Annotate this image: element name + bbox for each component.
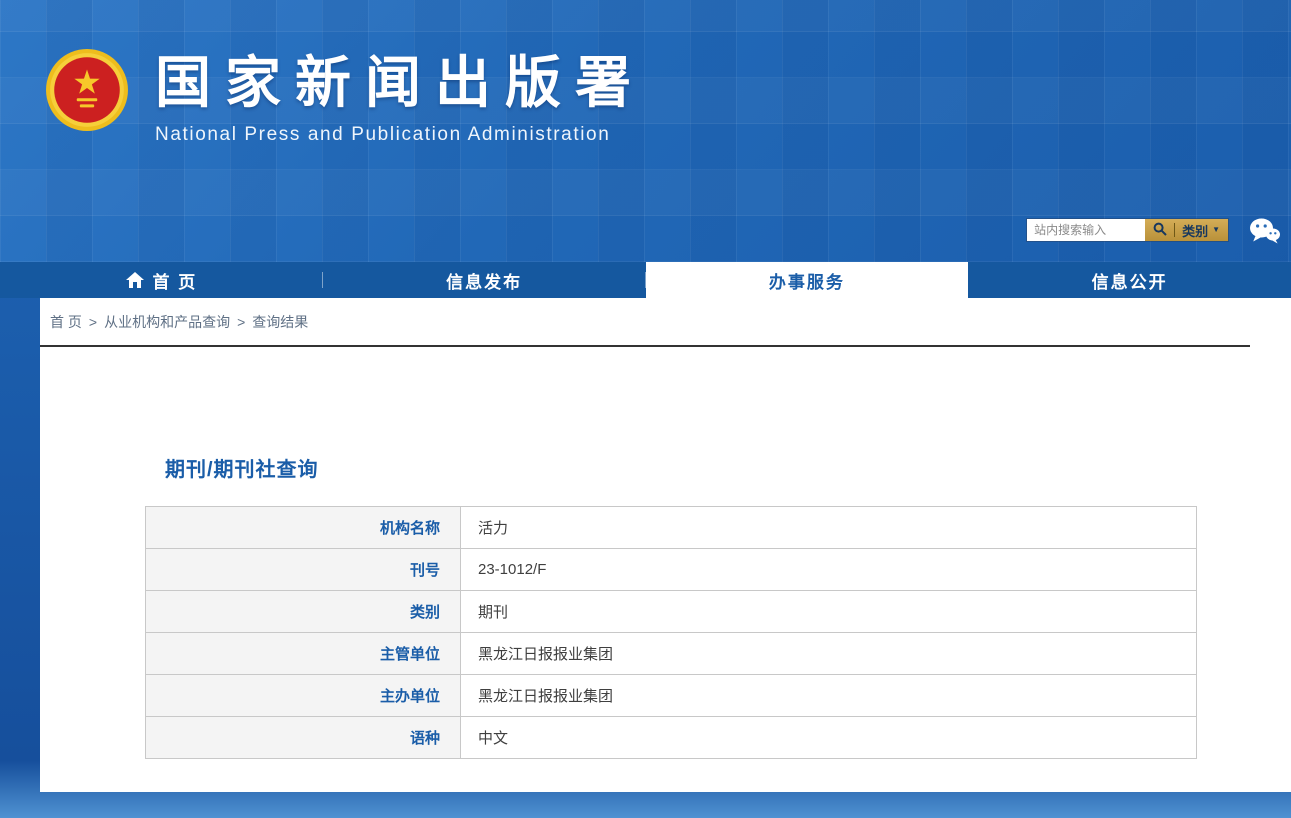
content-area: 首 页 > 从业机构和产品查询 > 查询结果 期刊/期刊社查询 机构名称 活力 … — [40, 298, 1291, 792]
search-controls: 类别 ▼ — [1145, 219, 1228, 241]
row-value: 黑龙江日报报业集团 — [461, 633, 1197, 675]
table-row: 类别 期刊 — [146, 591, 1197, 633]
row-value: 中文 — [461, 717, 1197, 759]
nav-item-info-release[interactable]: 信息发布 — [323, 262, 646, 298]
table-row: 语种 中文 — [146, 717, 1197, 759]
nav-item-home[interactable]: 首 页 — [0, 262, 323, 298]
row-value: 黑龙江日报报业集团 — [461, 675, 1197, 717]
search-divider — [1174, 223, 1175, 237]
row-value: 23-1012/F — [461, 549, 1197, 591]
home-icon — [126, 272, 144, 288]
search-input[interactable] — [1027, 219, 1145, 241]
nav-item-label: 办事服务 — [769, 268, 845, 293]
table-row: 主办单位 黑龙江日报报业集团 — [146, 675, 1197, 717]
search-button[interactable] — [1153, 222, 1167, 239]
table-row: 刊号 23-1012/F — [146, 549, 1197, 591]
site-search: 类别 ▼ — [1026, 218, 1229, 242]
site-subtitle: National Press and Publication Administr… — [155, 124, 645, 146]
nav-item-label: 信息公开 — [1092, 268, 1168, 293]
nav-item-info-disclosure[interactable]: 信息公开 — [968, 262, 1291, 298]
category-label: 类别 — [1182, 221, 1208, 240]
main-nav: 首 页 信息发布 办事服务 信息公开 — [0, 262, 1291, 298]
wechat-icon[interactable] — [1249, 217, 1281, 250]
row-value: 期刊 — [461, 591, 1197, 633]
breadcrumb: 首 页 > 从业机构和产品查询 > 查询结果 — [40, 298, 1250, 347]
breadcrumb-home[interactable]: 首 页 — [50, 312, 82, 332]
search-category-dropdown[interactable]: 类别 ▼ — [1182, 221, 1220, 240]
main-body: 期刊/期刊社查询 机构名称 活力 刊号 23-1012/F 类别 期刊 主管单位… — [40, 347, 1291, 759]
table-row: 机构名称 活力 — [146, 507, 1197, 549]
row-label: 主办单位 — [146, 675, 461, 717]
row-label: 刊号 — [146, 549, 461, 591]
site-logo[interactable]: 国家新闻出版署 National Press and Publication A… — [45, 48, 645, 146]
nav-item-label: 首 页 — [153, 268, 198, 293]
search-icon — [1153, 222, 1167, 239]
breadcrumb-query-section[interactable]: 从业机构和产品查询 — [104, 312, 230, 332]
table-row: 主管单位 黑龙江日报报业集团 — [146, 633, 1197, 675]
brand-titles: 国家新闻出版署 National Press and Publication A… — [155, 48, 645, 146]
row-label: 类别 — [146, 591, 461, 633]
row-value: 活力 — [461, 507, 1197, 549]
breadcrumb-separator: > — [237, 314, 245, 330]
row-label: 机构名称 — [146, 507, 461, 549]
nav-item-label: 信息发布 — [446, 268, 522, 293]
national-emblem-icon — [45, 48, 129, 132]
site-title: 国家新闻出版署 — [155, 52, 645, 114]
chevron-down-icon: ▼ — [1212, 226, 1220, 234]
page-title: 期刊/期刊社查询 — [165, 453, 1291, 482]
row-label: 语种 — [146, 717, 461, 759]
row-label: 主管单位 — [146, 633, 461, 675]
site-header: 国家新闻出版署 National Press and Publication A… — [0, 0, 1291, 262]
result-table: 机构名称 活力 刊号 23-1012/F 类别 期刊 主管单位 黑龙江日报报业集… — [145, 506, 1197, 759]
nav-item-services[interactable]: 办事服务 — [646, 262, 969, 298]
breadcrumb-current: 查询结果 — [252, 312, 308, 332]
breadcrumb-separator: > — [89, 314, 97, 330]
